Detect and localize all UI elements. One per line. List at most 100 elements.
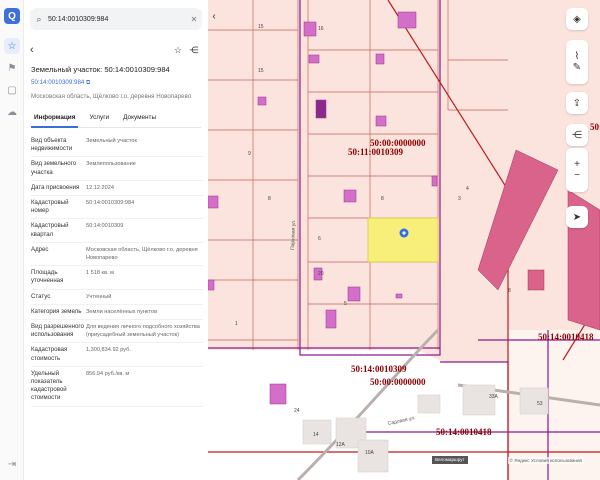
tab-bar: Информация Услуги Документы xyxy=(31,114,201,128)
info-row-value: Землепользование xyxy=(86,161,136,168)
parcel-grid xyxy=(208,0,508,360)
icon-rail: Q ☆ ⚑ ▢ ☁ ⇥ xyxy=(0,0,24,480)
info-row-label: Адрес xyxy=(31,245,49,253)
info-row: Вид объекта недвижимости Земельный участо… xyxy=(31,134,203,158)
plot-number: 20 xyxy=(318,271,324,277)
plot-number: 1 xyxy=(235,321,238,327)
info-row: Дата присвоения 12.12.2024 xyxy=(31,181,203,197)
search-input[interactable]: 50:14:0010309:984 xyxy=(48,16,186,23)
quarter-label: 50:14:0010309 xyxy=(351,364,407,374)
app-root: Q ☆ ⚑ ▢ ☁ ⇥ ⌕ 50:14:0010309:984 ✕ ‹ ☆ ⋲ … xyxy=(0,0,600,480)
info-row-value: Земельный участок xyxy=(86,138,137,144)
quarter-label: 50:14:0010418 xyxy=(436,427,492,437)
pin-icon[interactable]: ⚑ xyxy=(4,60,20,76)
tab-information[interactable]: Информация xyxy=(31,114,79,128)
search-icon: ⌕ xyxy=(36,13,42,24)
back-icon[interactable]: ‹ xyxy=(30,44,46,56)
info-row: Адрес Московская область, Щёлково г.о, де… xyxy=(31,243,203,267)
zoom-controls: + − xyxy=(566,148,588,192)
info-row-label: Категория земель xyxy=(31,307,82,315)
info-row-value: Учтенный xyxy=(86,293,112,300)
cloud-icon[interactable]: ☁ xyxy=(4,104,20,120)
quarter-label: 50:14:0010418 xyxy=(590,122,600,132)
info-row: Вид земельного участка Землепользование xyxy=(31,157,203,181)
plot-number: 33A xyxy=(489,394,499,400)
plot-number: 4 xyxy=(466,186,469,192)
info-row-value: 50:14:0010309 xyxy=(86,223,124,230)
share-icon[interactable]: ⋲ xyxy=(186,45,202,56)
map-view[interactable]: 50:11:0010309 50:00:0000000 50:14:001030… xyxy=(208,0,600,480)
plot-number: 15 xyxy=(258,24,264,30)
plot-number: 8 xyxy=(381,196,384,202)
info-row-label: Кадастровый номер xyxy=(31,199,69,215)
info-row-label: Кадастровая стоимость xyxy=(31,346,68,362)
map-canvas: 50:11:0010309 50:00:0000000 50:14:001030… xyxy=(208,0,600,480)
info-row: Вид разрешенного использования Для ведени… xyxy=(31,320,203,344)
plot-number: 16 xyxy=(318,26,324,32)
plot-number: 12A xyxy=(336,442,346,448)
quarter-label: 50:00:0000000 xyxy=(370,377,426,387)
search-box[interactable]: ⌕ 50:14:0010309:984 ✕ xyxy=(30,8,202,30)
info-row-label: Дата присвоения xyxy=(31,183,80,191)
info-row: Площадь уточненная 1 518 кв. м xyxy=(31,266,203,290)
map-attribution[interactable]: © Яндекс Условия использования xyxy=(507,457,584,464)
star-icon[interactable]: ☆ xyxy=(170,45,186,56)
address-text: Московская область, Щёлково г.о, деревня… xyxy=(31,93,192,100)
plot-number: 8 xyxy=(268,196,271,202)
logout-icon[interactable]: ⇥ xyxy=(4,456,20,472)
info-row-label: Кадастровый квартал xyxy=(31,222,69,238)
info-row-value: 1,300,834.92 руб. xyxy=(86,347,131,354)
page-title: Земельный участок: 50:14:0010309:984 xyxy=(31,65,170,74)
info-panel: ⌕ 50:14:0010309:984 ✕ ‹ ☆ ⋲ Земельный уч… xyxy=(24,0,208,480)
square-icon[interactable]: ▢ xyxy=(4,82,20,98)
info-row-value: 50:14:0010309:984 xyxy=(86,200,135,207)
clear-icon[interactable]: ✕ xyxy=(186,15,202,24)
zoom-in-button[interactable]: + xyxy=(574,159,580,170)
info-row-label: Статус xyxy=(31,292,51,300)
zoom-out-button[interactable]: − xyxy=(574,170,580,181)
tools-group: ⌇ ✎ xyxy=(566,40,588,84)
quarter-label: 50:00:0000000 xyxy=(370,138,426,148)
star-icon[interactable]: ☆ xyxy=(4,38,20,54)
quarter-label: 50:11:0010309 xyxy=(348,147,403,157)
info-row-label: Удельный показатель кадастровой стоимост… xyxy=(31,369,67,402)
info-row: Статус Учтенный xyxy=(31,290,203,305)
building-group xyxy=(208,11,438,405)
plot-number: 15 xyxy=(258,68,264,74)
info-row-value: Земли населённых пунктов xyxy=(86,308,158,315)
street-label: Парковая ул. xyxy=(290,220,297,251)
ruler-icon[interactable]: ⌇ xyxy=(575,51,580,62)
plot-number: 9 xyxy=(248,151,251,157)
tab-services[interactable]: Услуги xyxy=(86,114,112,128)
info-row-label: Вид разрешенного использования xyxy=(31,323,84,339)
info-row: Кадастровый номер 50:14:0010309:984 xyxy=(31,196,203,220)
panel-header: ‹ ☆ ⋲ xyxy=(30,42,202,58)
plot-number: 53 xyxy=(537,401,543,407)
tab-documents[interactable]: Документы xyxy=(120,114,159,128)
route-chip[interactable]: Веломаршрут xyxy=(432,456,468,464)
info-row-value: 12.12.2024 xyxy=(86,184,114,191)
upload-icon[interactable]: ⇪ xyxy=(566,92,588,114)
edit-icon[interactable]: ✎ xyxy=(573,62,581,73)
info-row-value: 1 518 кв. м xyxy=(86,270,114,277)
info-row-value: 856.94 руб./кв. м xyxy=(86,370,130,377)
info-row-label: Вид земельного участка xyxy=(31,160,77,176)
info-row: Кадастровая стоимость 1,300,834.92 руб. xyxy=(31,343,203,367)
plot-number: 3 xyxy=(458,196,461,202)
collapse-panel-icon[interactable]: ‹ xyxy=(208,8,220,24)
info-row: Категория земель Земли населённых пунктов xyxy=(31,305,203,321)
share-icon[interactable]: ⋲ xyxy=(566,124,588,146)
info-row-label: Вид объекта недвижимости xyxy=(31,137,73,153)
plot-number: 24 xyxy=(294,408,300,414)
info-row: Кадастровый квартал 50:14:0010309 xyxy=(31,219,203,243)
selected-parcel xyxy=(367,217,439,263)
app-logo[interactable]: Q xyxy=(4,8,20,24)
info-row-value: Московская область, Щёлково г.о, деревня… xyxy=(86,246,198,262)
layers-icon[interactable]: ◈ xyxy=(566,8,588,30)
quarter-label: 50:14:0010418 xyxy=(538,332,594,342)
cadastral-link[interactable]: 50:14:0010309:984 ⧉ xyxy=(31,79,90,87)
locate-icon[interactable]: ➤ xyxy=(566,206,588,228)
info-row: Удельный показатель кадастровой стоимост… xyxy=(31,367,203,407)
plot-number: 8 xyxy=(508,288,511,294)
info-row-label: Площадь уточненная xyxy=(31,269,64,285)
